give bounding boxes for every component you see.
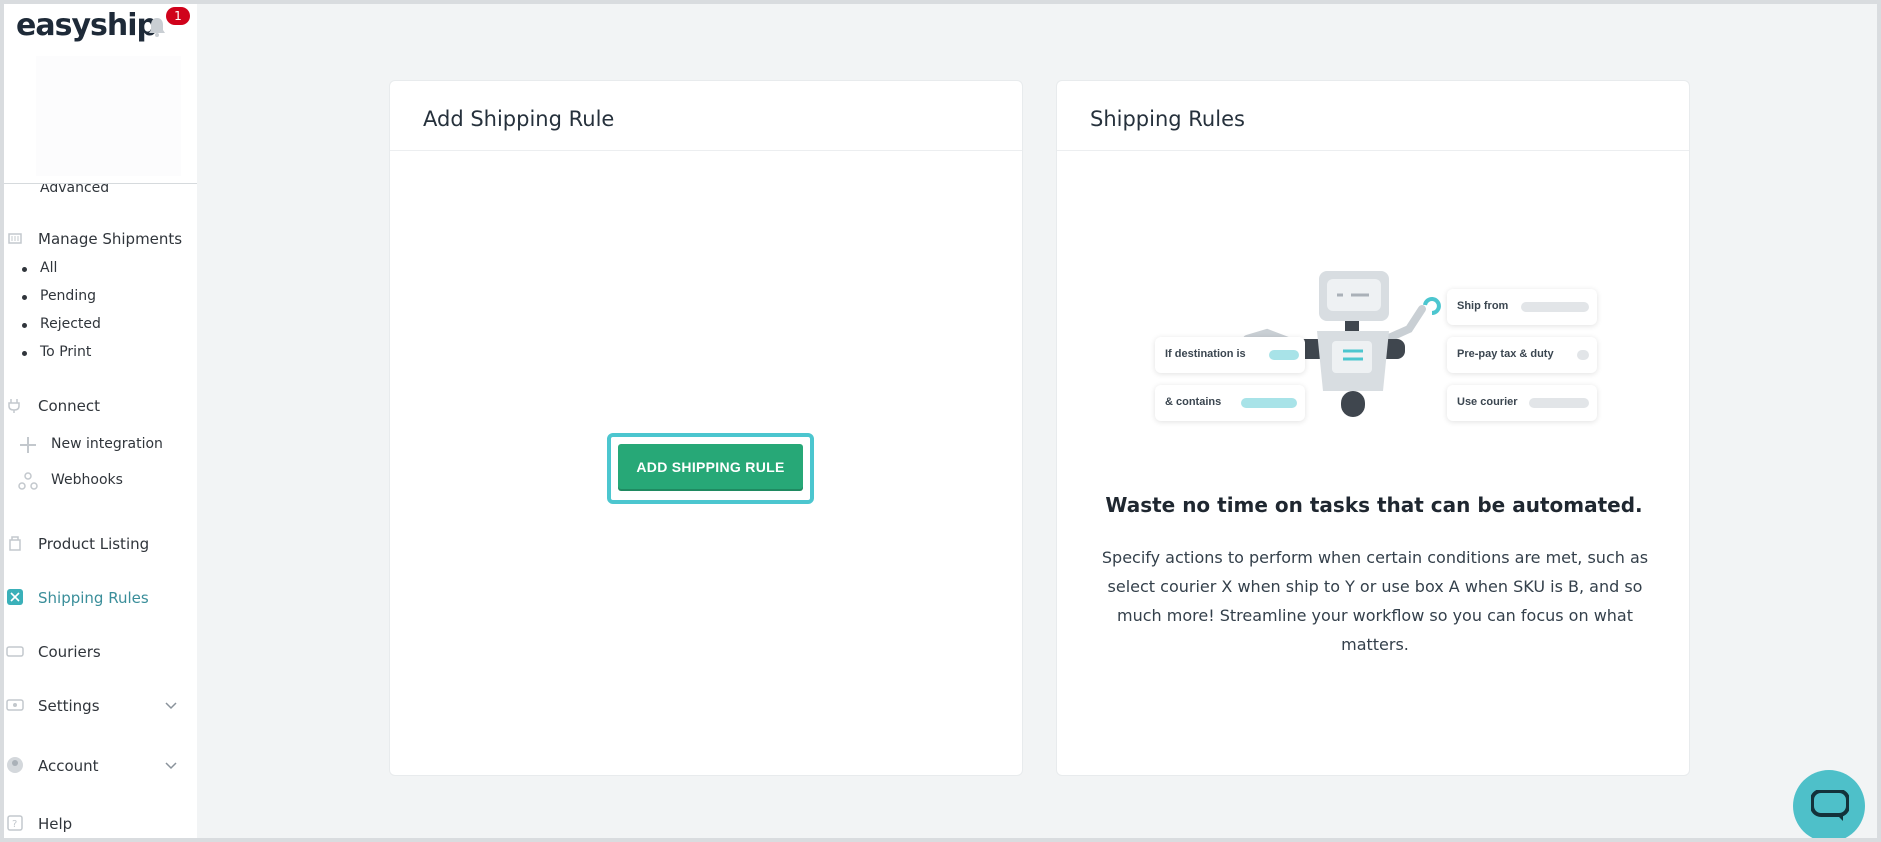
plus-icon [20,437,36,453]
bell-icon[interactable] [146,16,168,38]
sidebar-item-settings[interactable]: Settings [4,693,197,719]
sidebar-subitem-all[interactable]: All [21,260,57,276]
rule-pill-bar [1241,398,1297,408]
chevron-down-icon[interactable] [164,758,178,772]
rule-pill-label: Ship from [1457,300,1509,312]
sidebar-item-label: Help [38,815,73,833]
sidebar-item-label: Webhooks [51,472,123,488]
rule-pill-bar [1269,350,1299,360]
sidebar-subitem-to-print[interactable]: To Print [21,344,91,360]
sidebar-item-account[interactable]: Account [4,753,197,779]
sidebar-item-new-integration[interactable]: New integration [18,433,188,457]
sidebar-subitem-rejected[interactable]: Rejected [22,316,101,332]
webhooks-icon [18,472,38,490]
card-title: Shipping Rules [1057,81,1689,151]
card-title: Add Shipping Rule [390,81,1022,151]
rule-pill-destination: If destination is [1155,337,1305,373]
app-frame: easyship 1 Advanced Manage Shipments All… [4,4,1877,838]
couriers-icon [6,646,24,657]
rule-pill-label: & contains [1165,396,1222,408]
sidebar: easyship 1 Advanced Manage Shipments All… [4,4,197,838]
sidebar-item-product-listing[interactable]: Product Listing [4,531,197,557]
chevron-down-icon[interactable] [164,698,178,712]
empty-state-headline: Waste no time on tasks that can be autom… [1105,493,1643,517]
shipments-icon [8,233,22,244]
rule-pill-bar [1577,350,1589,360]
sidebar-item-label: Connect [38,397,101,415]
add-shipping-rule-card: Add Shipping Rule ADD SHIPPING RULE [389,80,1023,776]
sidebar-subitem-pending[interactable]: Pending [22,288,96,304]
robot-illustration: If destination is & contains Ship from P… [1147,261,1617,441]
rule-pill-bar [1529,398,1589,408]
sidebar-item-label: Couriers [38,643,101,661]
sidebar-item-couriers[interactable]: Couriers [4,639,197,665]
notification-badge: 1 [166,7,190,25]
sidebar-item-label: New integration [51,436,163,452]
rule-pill-label: If destination is [1165,348,1246,360]
sidebar-item-webhooks[interactable]: Webhooks [18,469,188,493]
sidebar-divider [4,183,197,184]
rule-pill-prepay: Pre-pay tax & duty [1447,337,1597,373]
account-icon [7,757,23,773]
company-logo-placeholder [36,56,181,176]
sidebar-item-manage-shipments[interactable]: Manage Shipments [4,226,197,252]
rule-pill-label: Use courier [1457,396,1518,408]
sidebar-item-help[interactable]: ? Help [4,811,197,837]
rule-pill-ship-from: Ship from [1447,289,1597,325]
sidebar-item-shipping-rules[interactable]: Shipping Rules [4,585,197,611]
rule-pill-contains: & contains [1155,385,1305,421]
svg-text:?: ? [12,819,17,830]
sidebar-item-label: Settings [38,697,100,715]
chat-launcher-button[interactable] [1793,770,1865,838]
add-shipping-rule-button[interactable]: ADD SHIPPING RULE [618,444,803,489]
shipping-rules-icon [7,589,23,605]
rule-pill-label: Pre-pay tax & duty [1457,348,1554,360]
shipping-rules-card: Shipping Rules If destination is & conta… [1056,80,1690,776]
settings-icon [6,699,24,711]
product-listing-icon [9,536,21,551]
sidebar-item-label: Account [38,757,99,775]
rule-pill-bar [1521,302,1589,312]
add-shipping-rule-focus-ring: ADD SHIPPING RULE [607,433,814,504]
sidebar-item-label: Manage Shipments [38,230,183,248]
sidebar-item-label: Shipping Rules [38,589,149,607]
plug-icon [8,399,20,413]
sidebar-item-label: Product Listing [38,535,150,553]
sidebar-item-connect[interactable]: Connect [4,393,197,419]
easyship-logo[interactable]: easyship [16,8,158,43]
chat-icon [1811,790,1849,821]
rule-pill-use-courier: Use courier [1447,385,1597,421]
empty-state-description: Specify actions to perform when certain … [1101,548,1649,654]
help-icon: ? [7,815,23,831]
